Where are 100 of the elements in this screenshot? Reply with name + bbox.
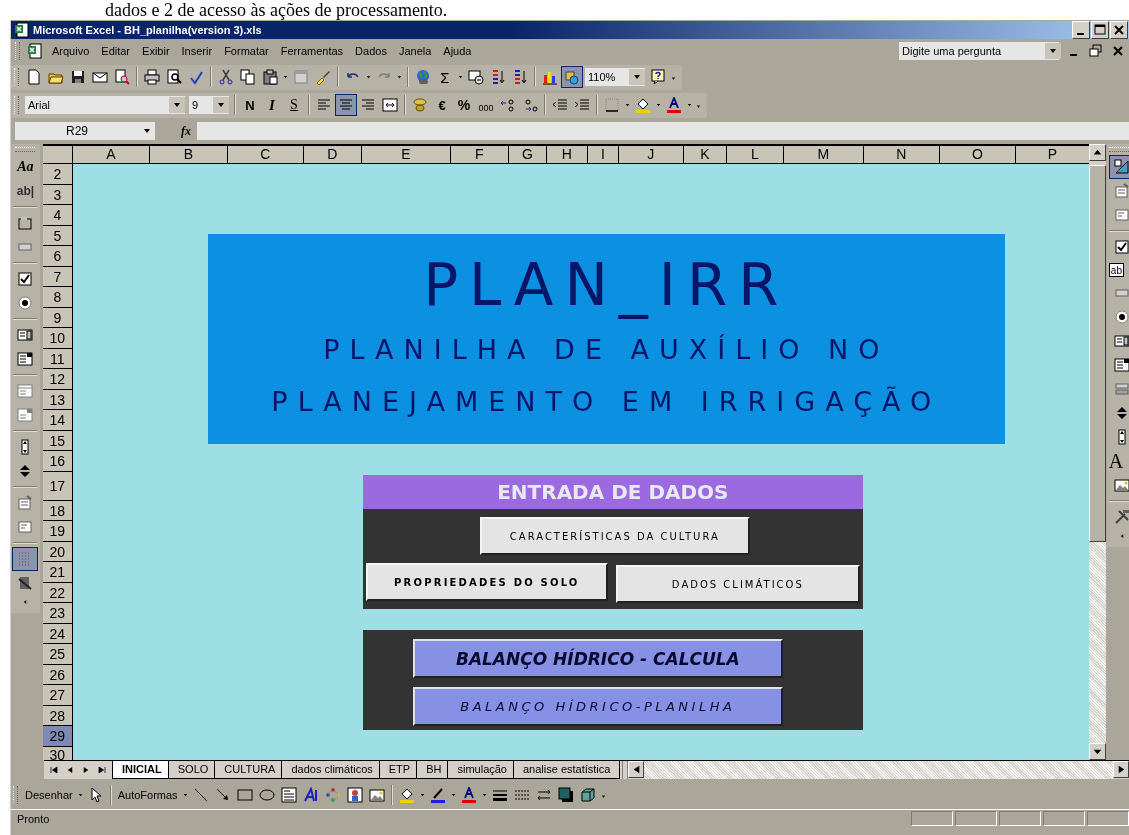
row-header[interactable]: 8	[42, 287, 73, 308]
row-header[interactable]: 26	[42, 664, 73, 685]
row-header[interactable]: 9	[42, 307, 73, 328]
underline-button[interactable]: S	[283, 94, 305, 116]
column-header[interactable]: A	[72, 146, 150, 164]
water-balance-button[interactable]: BALANÇO HÍDRICO - CALCULA	[412, 639, 783, 678]
excel-sheet-icon[interactable]	[14, 22, 30, 38]
dropdown-caret-icon[interactable]	[629, 69, 645, 85]
column-header[interactable]: L	[726, 146, 784, 164]
minimize-icon[interactable]	[1072, 21, 1090, 39]
menu-item[interactable]: Ajuda	[437, 45, 478, 57]
autoshapes-menu[interactable]: AutoFormas	[114, 789, 181, 801]
printer-icon[interactable]	[141, 66, 163, 88]
dropdown-caret-icon[interactable]	[169, 97, 185, 113]
euro-button[interactable]: €	[431, 94, 453, 116]
column-header[interactable]: N	[863, 146, 940, 164]
banner-subtitle: PLANILHA DE AUXÍLIO NO	[323, 333, 890, 367]
column-header[interactable]: O	[939, 146, 1016, 164]
maximize-icon[interactable]	[1091, 21, 1109, 39]
row-header[interactable]: 19	[42, 521, 73, 542]
row-header[interactable]: 14	[42, 410, 73, 431]
shapes-icon[interactable]	[561, 66, 583, 88]
row-header[interactable]: 18	[42, 500, 73, 521]
row-header[interactable]: 6	[42, 246, 73, 267]
row-header[interactable]: 10	[42, 328, 73, 349]
window-title: Microsoft Excel - BH_planilha(version 3).xls	[33, 24, 262, 36]
row-header[interactable]: 25	[42, 644, 73, 665]
column-header[interactable]: D	[303, 146, 362, 164]
column-header[interactable]: G	[508, 146, 547, 164]
row-header[interactable]: 22	[42, 582, 73, 603]
row-header[interactable]: 5	[42, 225, 73, 246]
sheet-tab[interactable]: analise estatística	[513, 761, 621, 779]
text-box-tool[interactable]: ab	[1108, 263, 1124, 277]
column-header[interactable]: F	[450, 146, 509, 164]
label-tool[interactable]: Aa	[17, 155, 34, 179]
menu-item[interactable]: Arquivo	[46, 45, 96, 57]
menu-item[interactable]: Janela	[392, 45, 438, 57]
column-header[interactable]: K	[683, 146, 727, 164]
water-balance-button[interactable]: BALANÇO HÍDRICO-PLANILHA	[412, 687, 783, 726]
data-entry-button[interactable]: PROPRIEDADES DO SOLO	[365, 563, 608, 601]
row-header[interactable]: 23	[42, 603, 73, 624]
row-header[interactable]: 7	[42, 266, 73, 287]
insert-function-button[interactable]: fx	[155, 123, 197, 139]
dropdown-caret-icon[interactable]	[1045, 43, 1061, 59]
row-header[interactable]: 28	[42, 705, 73, 726]
zoom-dropdown[interactable]: 110%	[585, 68, 645, 86]
column-header[interactable]: I	[587, 146, 619, 164]
grid-dots-icon[interactable]	[12, 547, 39, 571]
bold-button[interactable]: N	[239, 94, 261, 116]
italic-button[interactable]: I	[261, 94, 283, 116]
row-header[interactable]: 20	[42, 541, 73, 562]
data-entry-button[interactable]: CARACTERÍSTICAS DA CULTURA	[479, 517, 750, 555]
help-search-field[interactable]: Digite uma pergunta	[899, 42, 1059, 60]
menu-item[interactable]: Formatar	[218, 45, 275, 57]
data-entry-button[interactable]: DADOS CLIMÁTICOS	[615, 565, 860, 603]
menu-item[interactable]: Editar	[95, 45, 137, 57]
banner-title: PLAN_IRR	[423, 250, 790, 320]
row-header[interactable]: 13	[42, 389, 73, 410]
font-size-dropdown[interactable]: 9	[189, 96, 229, 114]
column-header[interactable]: E	[361, 146, 451, 164]
name-box[interactable]: R29	[15, 122, 155, 140]
label-tool[interactable]: A	[1108, 449, 1124, 473]
autosum-button[interactable]: Σ	[434, 66, 456, 88]
row-header[interactable]: 3	[42, 184, 73, 205]
status-pane	[999, 811, 1041, 826]
column-header[interactable]: C	[227, 146, 304, 164]
row-header[interactable]: 29	[42, 726, 73, 747]
edit-box-tool[interactable]: ab|	[16, 179, 35, 203]
align-center-icon[interactable]	[335, 94, 357, 116]
row-header[interactable]: 12	[42, 369, 73, 390]
percent-button[interactable]: %	[453, 94, 475, 116]
restore-icon[interactable]	[1088, 43, 1104, 59]
select-all-corner[interactable]	[42, 146, 73, 164]
font-dropdown[interactable]: Arial	[25, 96, 185, 114]
row-header[interactable]: 2	[42, 164, 73, 185]
column-header[interactable]: P	[1015, 146, 1089, 164]
menu-item[interactable]: Inserir	[175, 45, 219, 57]
draw-menu[interactable]: Desenhar	[22, 789, 76, 801]
column-header[interactable]: M	[783, 146, 864, 164]
row-header[interactable]: 15	[42, 430, 73, 451]
horizontal-scrollbar[interactable]	[628, 761, 1129, 779]
formula-field[interactable]	[197, 122, 1129, 140]
row-header[interactable]: 17	[42, 471, 73, 501]
row-header[interactable]: 11	[42, 348, 73, 369]
row-header[interactable]: 4	[42, 205, 73, 226]
design-ruler-icon[interactable]	[1108, 155, 1129, 179]
banner-subtitle: PLANEJAMENTO EM IRRIGAÇÃO	[271, 385, 942, 419]
column-header[interactable]: J	[618, 146, 684, 164]
menu-item[interactable]: Dados	[349, 45, 393, 57]
thousands-button[interactable]: 000	[475, 91, 497, 119]
dropdown-caret-icon[interactable]	[213, 97, 229, 113]
menu-item[interactable]: Ferramentas	[274, 45, 350, 57]
column-header[interactable]: B	[149, 146, 228, 164]
column-header[interactable]: H	[546, 146, 588, 164]
close-icon[interactable]	[1110, 21, 1128, 39]
row-header[interactable]: 24	[42, 623, 73, 644]
row-header[interactable]: 16	[42, 451, 73, 472]
menu-item[interactable]: Exibir	[136, 45, 176, 57]
row-header[interactable]: 21	[42, 562, 73, 583]
row-header[interactable]: 27	[42, 685, 73, 706]
